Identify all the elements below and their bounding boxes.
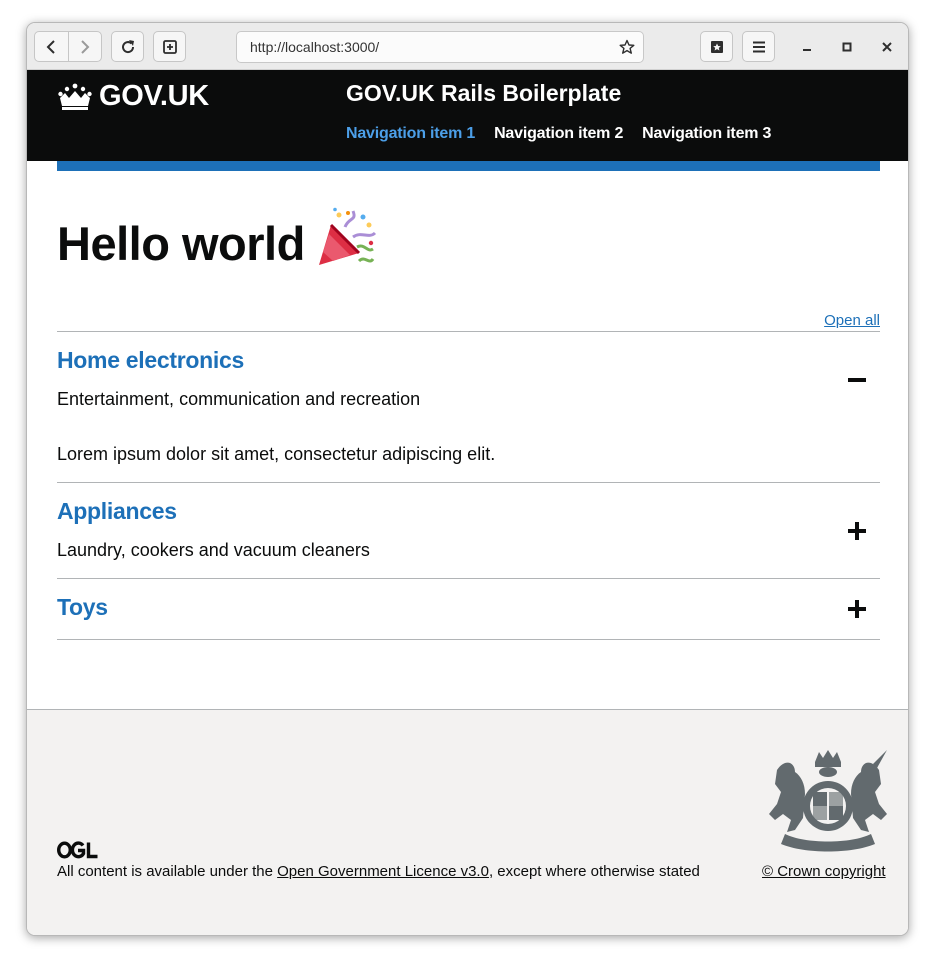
accordion-content: Lorem ipsum dolor sit amet, consectetur … <box>57 444 496 464</box>
menu-button[interactable] <box>742 31 775 62</box>
crown-copyright-link[interactable]: © Crown copyright <box>762 863 886 880</box>
govuk-wordmark: GOV.UK <box>99 80 209 112</box>
forward-button[interactable] <box>67 32 101 61</box>
close-icon <box>882 42 892 52</box>
browser-toolbar: http://localhost:3000/ <box>27 23 908 70</box>
back-button[interactable] <box>35 32 68 61</box>
accordion-summary: Entertainment, communication and recreat… <box>57 389 421 409</box>
page-title-text: Hello world <box>57 217 305 270</box>
crown-icon <box>58 83 92 110</box>
ogl-logo-icon <box>57 841 98 859</box>
party-popper-icon <box>315 207 377 280</box>
header-underline-bar <box>57 161 880 171</box>
saved-pages-icon <box>710 40 723 53</box>
open-all-link[interactable]: Open all <box>824 312 880 329</box>
minimize-button[interactable] <box>795 35 819 59</box>
accordion-section-toys[interactable]: Toys <box>57 578 880 640</box>
browser-window: http://localhost:3000/ GOV.UK GOV.UK Rai… <box>26 22 909 936</box>
chevron-left-icon <box>47 39 56 54</box>
accordion-heading[interactable]: Home electronics <box>57 347 244 374</box>
extensions-button[interactable] <box>700 31 733 62</box>
licence-text: All content is available under the Open … <box>57 863 700 880</box>
accordion-section-home-electronics[interactable]: Home electronics Entertainment, communic… <box>57 331 880 482</box>
accordion-summary: Laundry, cookers and vacuum cleaners <box>57 540 370 560</box>
url-bar[interactable]: http://localhost:3000/ <box>236 31 644 63</box>
new-tab-icon <box>162 39 177 54</box>
accordion-section-appliances[interactable]: Appliances Laundry, cookers and vacuum c… <box>57 482 880 578</box>
close-button[interactable] <box>875 35 899 59</box>
govuk-footer: All content is available under the Open … <box>27 709 908 935</box>
maximize-icon <box>842 42 852 52</box>
govuk-logo-link[interactable]: GOV.UK <box>57 80 209 113</box>
hamburger-menu-icon <box>752 41 765 52</box>
accordion-heading[interactable]: Appliances <box>57 498 177 525</box>
nav-item-3[interactable]: Navigation item 3 <box>642 125 771 143</box>
service-name-link[interactable]: GOV.UK Rails Boilerplate <box>346 80 621 107</box>
minimize-icon <box>803 49 811 51</box>
url-text: http://localhost:3000/ <box>250 39 380 55</box>
page-title: Hello world <box>57 207 377 280</box>
accordion: Home electronics Entertainment, communic… <box>57 331 880 640</box>
reload-button[interactable] <box>111 31 144 62</box>
nav-item-2[interactable]: Navigation item 2 <box>494 125 623 143</box>
nav-item-1[interactable]: Navigation item 1 <box>346 125 475 143</box>
licence-link[interactable]: Open Government Licence v3.0 <box>277 863 489 880</box>
new-tab-button[interactable] <box>153 31 186 62</box>
header-navigation: Navigation item 1 Navigation item 2 Navi… <box>346 125 790 143</box>
royal-arms-crest-icon <box>769 750 887 852</box>
licence-suffix: , except where otherwise stated <box>488 863 700 880</box>
plus-icon[interactable] <box>848 522 866 540</box>
maximize-button[interactable] <box>835 35 859 59</box>
reload-icon <box>121 39 134 53</box>
chevron-right-icon <box>81 39 90 54</box>
govuk-header: GOV.UK GOV.UK Rails Boilerplate Navigati… <box>27 70 908 161</box>
minus-icon[interactable] <box>848 371 866 389</box>
bookmark-star-icon[interactable] <box>619 39 635 55</box>
accordion-heading[interactable]: Toys <box>57 594 108 621</box>
plus-icon[interactable] <box>848 600 866 618</box>
licence-prefix: All content is available under the <box>57 863 278 880</box>
nav-button-group <box>34 31 102 62</box>
